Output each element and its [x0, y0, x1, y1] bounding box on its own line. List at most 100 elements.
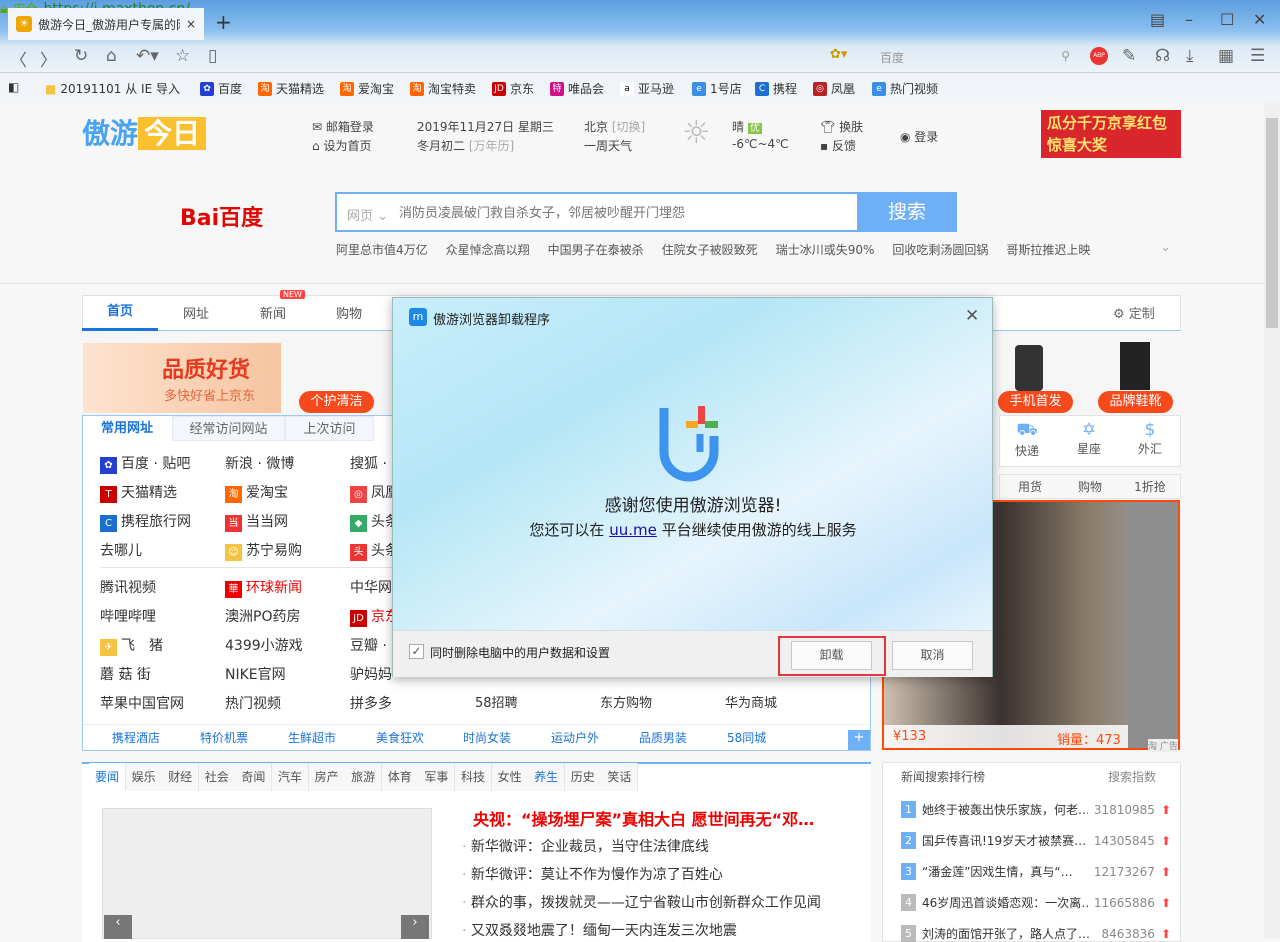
forward-icon[interactable]: 〉: [40, 46, 57, 71]
news-item[interactable]: · 新华微评：企业裁员，当守住法律底线: [462, 836, 709, 856]
notes-icon[interactable]: ▯: [208, 46, 217, 66]
site-link[interactable]: 东方购物: [600, 692, 652, 711]
sync-icon[interactable]: ☊: [1155, 46, 1170, 66]
site-link[interactable]: 华为商城: [725, 692, 777, 711]
bookmark-ifeng[interactable]: ◎凤凰: [813, 80, 855, 97]
bookmark-hot-video[interactable]: e热门视频: [872, 80, 938, 97]
site-link[interactable]: 澳洲PO药房: [225, 606, 300, 626]
news-tab[interactable]: 体育: [382, 763, 419, 791]
minimize-button[interactable]: –: [1185, 10, 1193, 29]
close-window-button[interactable]: ✕: [1253, 10, 1266, 29]
quick-link[interactable]: 特价机票: [200, 729, 248, 746]
bookmark-baidu[interactable]: ✿百度: [200, 80, 242, 97]
maximize-button[interactable]: ☐: [1220, 10, 1234, 29]
site-link[interactable]: 中华网: [350, 577, 392, 597]
ranking-item[interactable]: 1她终于被轰出快乐家族，何老…31810985⬆: [901, 801, 1171, 818]
almanac-link[interactable]: [万年历]: [469, 139, 514, 153]
site-link[interactable]: 腾讯视频: [100, 577, 156, 597]
set-homepage-link[interactable]: ⌂ 设为首页: [312, 137, 371, 154]
scrollbar-thumb[interactable]: [1266, 118, 1278, 328]
quick-link[interactable]: 品质男装: [639, 729, 687, 746]
feedback-link[interactable]: ▪ 反馈: [820, 137, 856, 154]
home-icon[interactable]: ⌂: [106, 46, 117, 66]
news-tab[interactable]: 汽车: [272, 763, 309, 791]
hot-search-item[interactable]: 瑞士冰川或失90%: [776, 241, 875, 258]
close-dialog-icon[interactable]: ✕: [965, 306, 979, 326]
tab-frequent-sites[interactable]: 经常访问网站: [172, 416, 285, 441]
site-link[interactable]: 華环球新闻: [225, 577, 302, 598]
download-icon[interactable]: ⤓: [1186, 46, 1194, 66]
service-express[interactable]: ⛟快递: [1015, 420, 1039, 459]
add-site-button[interactable]: +: [848, 730, 870, 750]
news-tab[interactable]: 旅游: [345, 763, 382, 791]
news-item[interactable]: · 群众的事，拨拨就灵——辽宁省鞍山市创新群众工作见闻: [462, 892, 821, 912]
service-forex[interactable]: $外汇: [1138, 420, 1162, 457]
news-tab[interactable]: 军事: [418, 763, 455, 791]
hot-search-item[interactable]: 众星悼念高以翔: [446, 241, 530, 258]
bookmark-taobao-sale[interactable]: 淘淘宝特卖: [410, 80, 476, 97]
delete-data-label[interactable]: 同时删除电脑中的用户数据和设置: [430, 644, 610, 661]
thumbnail-strip[interactable]: [1128, 502, 1178, 748]
site-link[interactable]: 驴妈妈: [350, 664, 392, 684]
login-link[interactable]: ◉ 登录: [900, 128, 938, 145]
browser-tab[interactable]: ☀傲游今日_傲游用户专属的网×: [8, 8, 204, 40]
bookmark-vip[interactable]: 特唯品会: [550, 80, 604, 97]
news-tab[interactable]: 养生: [528, 763, 565, 791]
apps-icon[interactable]: ▦: [1218, 46, 1234, 66]
promo-tag[interactable]: 手机首发: [998, 391, 1073, 413]
search-engine-icon[interactable]: ✿▾: [830, 47, 847, 62]
site-logo[interactable]: 傲游今日: [82, 112, 206, 152]
site-link[interactable]: 拼多多: [350, 693, 392, 713]
search-icon[interactable]: ⚲: [1061, 49, 1070, 63]
site-link[interactable]: 去哪儿: [100, 540, 142, 560]
search-box[interactable]: 百度⚲: [880, 49, 1070, 66]
expand-hot-icon[interactable]: ⌄: [1160, 240, 1171, 255]
ranking-item[interactable]: 446岁周迅首谈婚恋观：一次离…11665886⬆: [901, 894, 1171, 911]
ad-tab[interactable]: 1折抢: [1120, 475, 1180, 498]
carousel-prev-icon[interactable]: ‹: [104, 915, 132, 939]
tab-last-visit[interactable]: 上次访问: [285, 416, 374, 441]
promo-tag[interactable]: 品牌鞋靴: [1098, 391, 1173, 413]
news-headline[interactable]: 央视：“操场埋尸案”真相大白 愿世间再无“邓…: [473, 806, 814, 830]
week-weather-link[interactable]: 一周天气: [584, 137, 632, 154]
carousel-next-icon[interactable]: ›: [401, 915, 429, 939]
site-link[interactable]: 新浪 · 微博: [225, 453, 294, 473]
search-category-select[interactable]: 网页 ⌄: [347, 205, 388, 224]
menu-icon[interactable]: ☰: [1250, 46, 1265, 66]
hot-search-item[interactable]: 住院女子被殴致死: [662, 241, 758, 258]
site-link[interactable]: 淘爱淘宝: [225, 482, 288, 503]
promo-tag[interactable]: 个护清洁: [299, 391, 374, 413]
tab-shopping[interactable]: 购物: [336, 303, 362, 322]
site-link[interactable]: 4399小游戏: [225, 635, 303, 655]
quick-link[interactable]: 时尚女装: [463, 729, 511, 746]
bookmark-jd[interactable]: JD京东: [492, 80, 534, 97]
site-link[interactable]: ✈飞 猪: [100, 635, 163, 656]
site-link[interactable]: T天猫精选: [100, 482, 177, 503]
news-item[interactable]: · 新华微评：莫让不作为慢作为凉了百姓心: [462, 864, 723, 884]
undo-icon[interactable]: ↶▾: [136, 46, 159, 66]
hot-search-item[interactable]: 回收吃剩汤圆回锅: [892, 241, 988, 258]
sidebar-toggle-icon[interactable]: ▤: [1150, 10, 1165, 29]
news-tab[interactable]: 社会: [199, 763, 236, 791]
site-link[interactable]: 豆瓣 ·: [350, 635, 387, 655]
sidebar-icon[interactable]: ◧: [8, 80, 19, 94]
refresh-icon[interactable]: ↻: [74, 46, 88, 66]
uninstall-button[interactable]: 卸载: [791, 641, 872, 670]
ranking-item[interactable]: 3“潘金莲”因戏生情，真与“…12173267⬆: [901, 863, 1171, 880]
quick-link[interactable]: 生鲜超市: [288, 729, 336, 746]
site-link[interactable]: 当当当网: [225, 511, 288, 532]
ad-banner[interactable]: 瓜分千万京享红包 惊喜大奖: [1041, 110, 1181, 158]
ranking-item[interactable]: 5刘涛的面馆开张了，路人点了…8463836⬆: [901, 925, 1171, 942]
site-link[interactable]: 热门视频: [225, 693, 281, 713]
bookmark-amazon[interactable]: a亚马逊: [620, 80, 674, 97]
news-tab[interactable]: 女性: [492, 763, 529, 791]
bookmark-tmall[interactable]: 淘天猫精选: [258, 80, 324, 97]
news-tab[interactable]: 房产: [309, 763, 346, 791]
news-tab[interactable]: 笑话: [601, 763, 638, 791]
quick-link[interactable]: 58同城: [727, 729, 766, 746]
tab-sites[interactable]: 网址: [183, 303, 209, 322]
mail-login-link[interactable]: ✉ 邮箱登录: [312, 118, 374, 135]
site-link[interactable]: 蘑 菇 街: [100, 664, 151, 684]
ad-tab[interactable]: 用货: [1000, 475, 1060, 498]
hot-search-item[interactable]: 哥斯拉推迟上映: [1006, 241, 1090, 258]
